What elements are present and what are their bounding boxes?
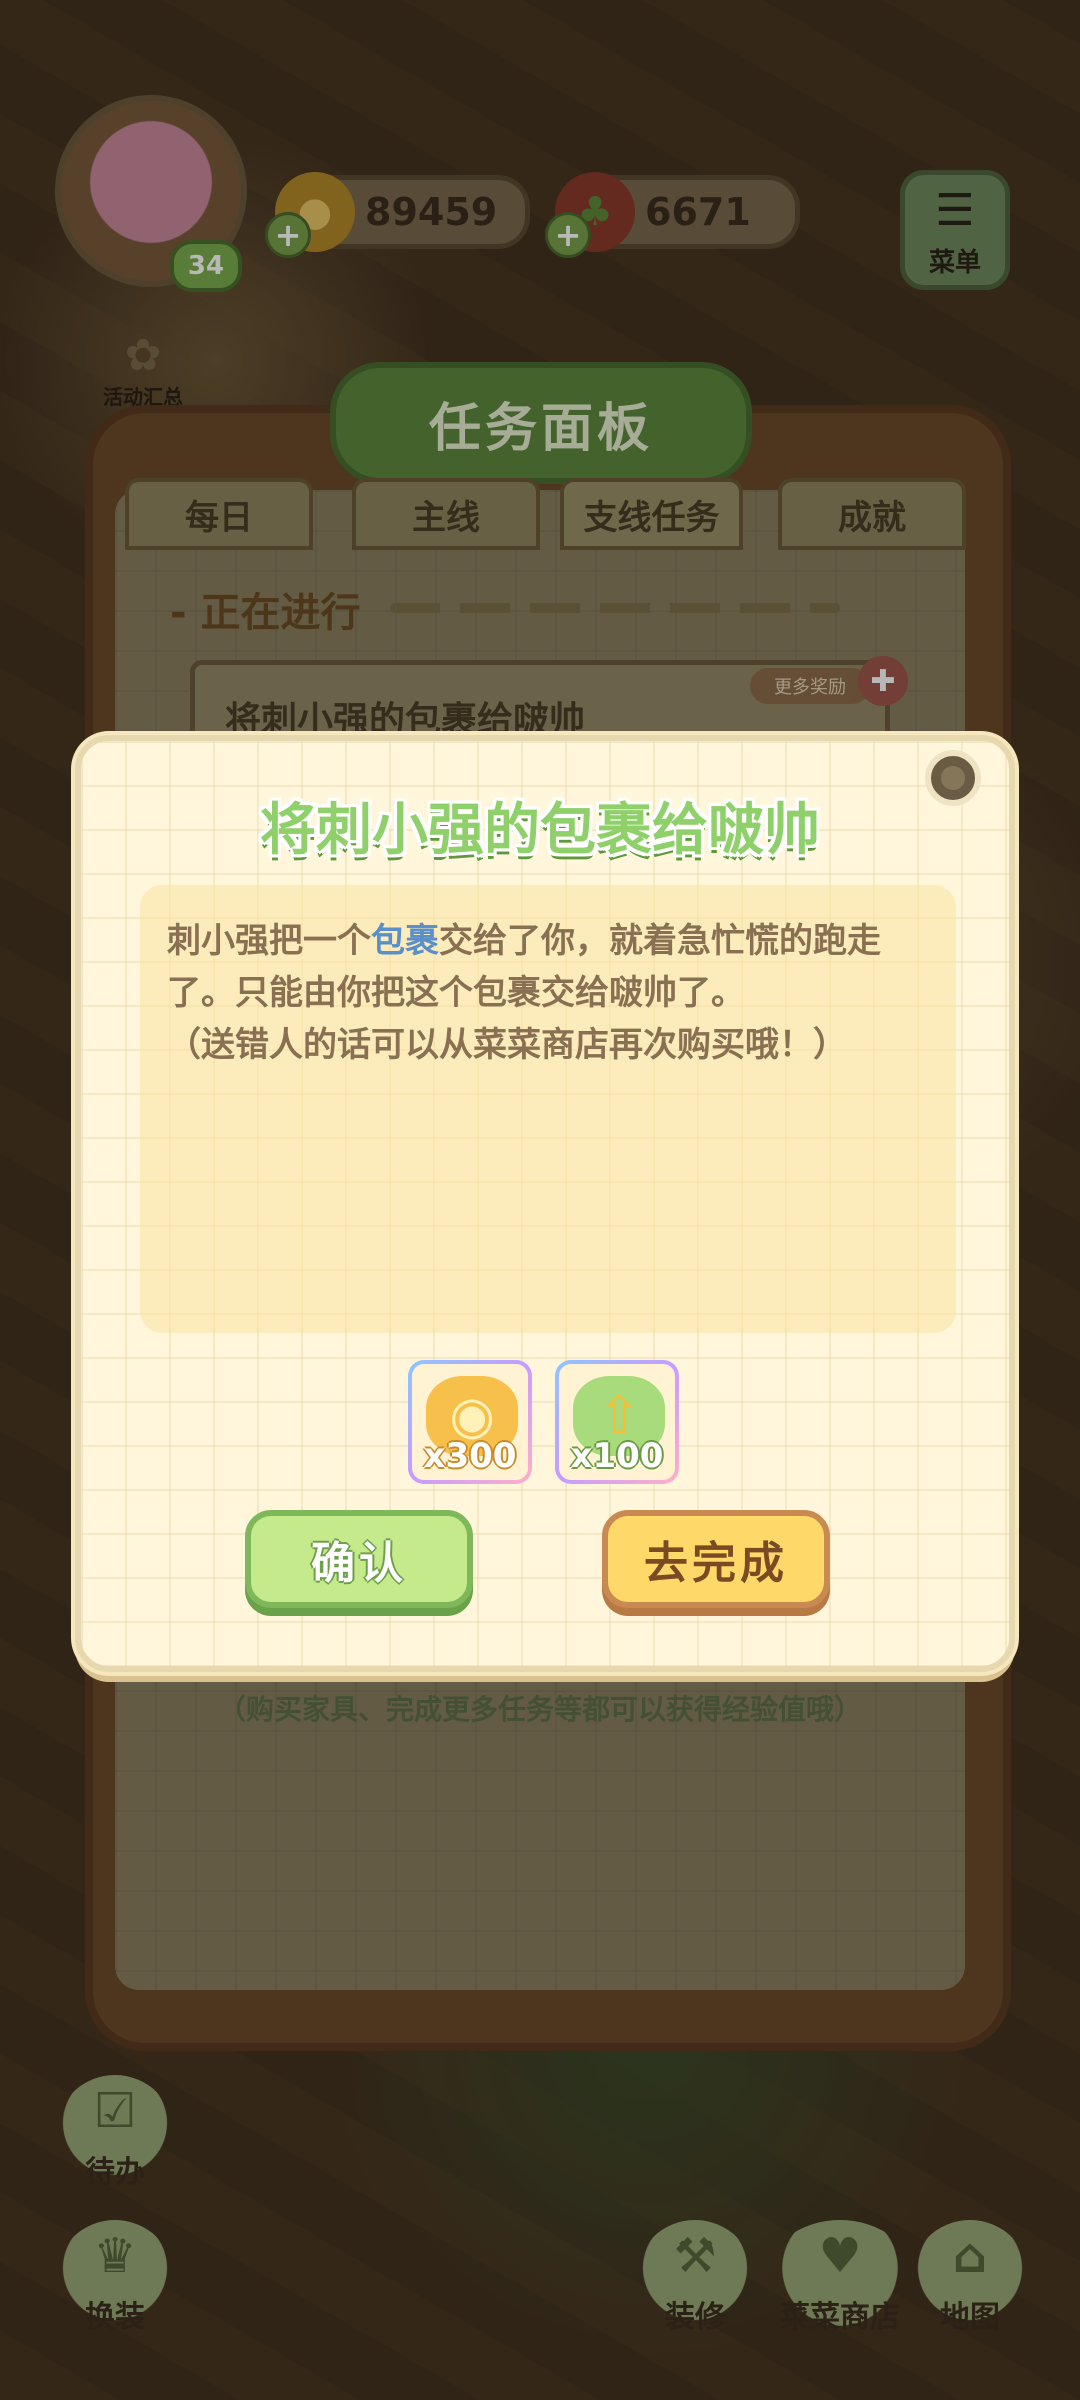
map-label: 地图 <box>940 2300 1000 2335</box>
shop-bag-icon: ♥ <box>818 2228 862 2284</box>
dress-up-label: 换装 <box>85 2300 145 2335</box>
decorate-button[interactable]: ⚒ 装修 <box>635 2220 755 2340</box>
dress-up-button[interactable]: ♛ 换装 <box>55 2220 175 2340</box>
desc-text-1: 刺小强把一个 <box>167 921 371 961</box>
decorate-label: 装修 <box>665 2300 725 2335</box>
reward-coins-qty: x300 <box>423 1436 517 1476</box>
package-link[interactable]: 包裹 <box>371 921 439 961</box>
reward-exp[interactable]: ⇧ x100 <box>555 1360 679 1484</box>
hat-icon: ♛ <box>93 2228 137 2284</box>
confirm-button[interactable]: 确认 <box>245 1510 473 1608</box>
map-icon: ⌂ <box>952 2228 988 2284</box>
map-button[interactable]: ⌂ 地图 <box>910 2220 1030 2340</box>
decorate-icon: ⚒ <box>673 2228 717 2284</box>
todo-button[interactable]: ☑ 待办 <box>55 2075 175 2195</box>
desc-note: （送错人的话可以从菜菜商店再次购买哦！） <box>167 1025 847 1065</box>
reward-exp-qty: x100 <box>570 1436 664 1476</box>
veggie-shop-label: 菜菜商店 <box>780 2300 900 2335</box>
reward-coins[interactable]: ◉ x300 <box>408 1360 532 1484</box>
dialog-title: 将刺小强的包裹给啵帅 <box>260 798 820 863</box>
go-complete-button[interactable]: 去完成 <box>602 1510 830 1608</box>
todo-list-icon: ☑ <box>93 2083 137 2139</box>
veggie-shop-button[interactable]: ♥ 菜菜商店 <box>765 2220 915 2340</box>
task-description: 刺小强把一个包裹交给了你，就着急忙慌的跑走了。只能由你把这个包裹交给啵帅了。 （… <box>167 915 927 1071</box>
todo-label: 待办 <box>85 2155 145 2190</box>
